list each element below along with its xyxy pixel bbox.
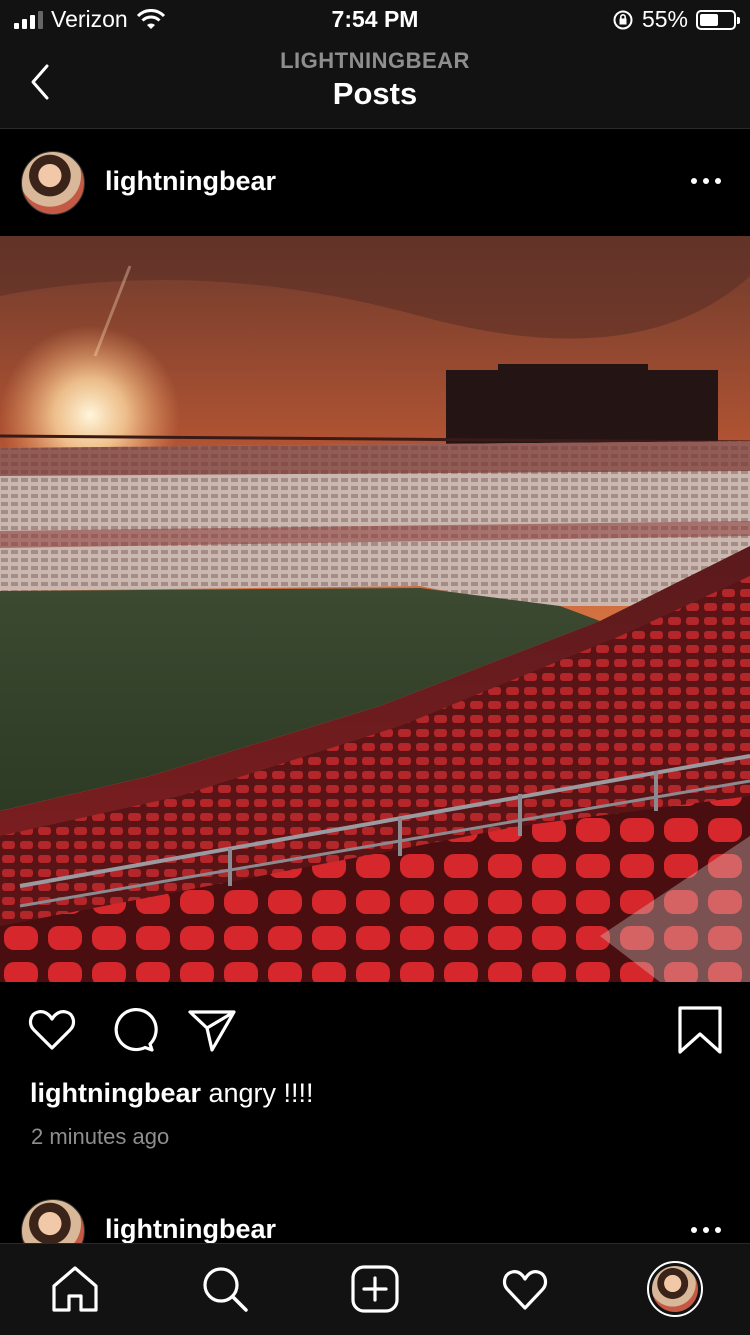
avatar[interactable] (21, 151, 85, 215)
page-title: Posts (332, 76, 418, 111)
profile-username-subtitle: LIGHTNINGBEAR (280, 48, 470, 73)
plus-square-icon[interactable] (350, 1264, 400, 1314)
home-icon[interactable] (50, 1264, 100, 1314)
search-icon[interactable] (200, 1264, 250, 1314)
comment-icon[interactable] (106, 1004, 158, 1056)
battery-fill (700, 13, 718, 26)
heart-icon[interactable] (500, 1264, 550, 1314)
more-horizontal-icon[interactable] (690, 176, 722, 186)
profile-tab[interactable] (647, 1261, 703, 1317)
paper-plane-icon[interactable] (186, 1004, 238, 1056)
bookmark-icon[interactable] (674, 1004, 726, 1056)
avatar (652, 1266, 698, 1312)
post-username[interactable]: lightningbear (105, 166, 276, 197)
caption-username[interactable]: lightningbear (30, 1078, 201, 1108)
post-timestamp: 2 minutes ago (31, 1124, 170, 1149)
post-caption: lightningbear angry !!!! (30, 1078, 314, 1109)
battery-icon (696, 9, 740, 30)
more-horizontal-icon[interactable] (690, 1225, 722, 1235)
battery-percent: 55% (641, 6, 688, 32)
next-post-username[interactable]: lightningbear (105, 1214, 276, 1245)
orientation-lock-icon (613, 10, 633, 29)
post-photo[interactable] (0, 236, 750, 982)
status-bar: Verizon 7:54 PM 55% (0, 0, 750, 40)
battery-group: 55% (612, 6, 740, 33)
heart-icon[interactable] (26, 1004, 78, 1056)
caption-text: angry !!!! (201, 1078, 314, 1108)
tab-bar (0, 1243, 750, 1335)
nav-header: LIGHTNINGBEAR Posts (0, 40, 750, 129)
